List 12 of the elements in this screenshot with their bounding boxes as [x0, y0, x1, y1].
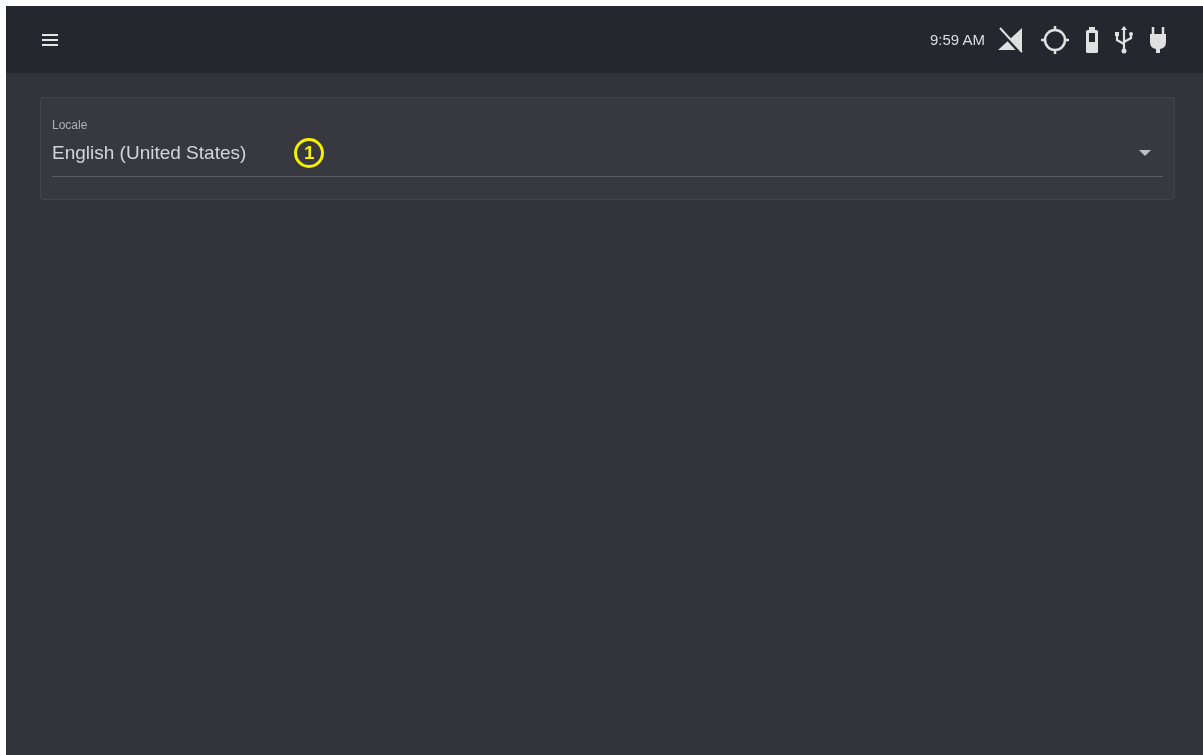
battery-icon [1085, 25, 1099, 54]
field-label: Locale [52, 118, 89, 132]
menu-icon[interactable] [42, 33, 58, 46]
field-value: English (United States) [52, 142, 247, 164]
caret-icon [1139, 150, 1151, 156]
location-crosshair-icon [1039, 23, 1071, 56]
callout-number: 1 [294, 138, 325, 168]
locale-dropdown[interactable]: Locale English (United States) 1 [52, 118, 1163, 177]
clock-time: 9:59 AM [929, 31, 985, 48]
plug-icon [1149, 25, 1167, 54]
no-signal-icon [995, 24, 1025, 55]
usb-icon [1113, 24, 1135, 55]
